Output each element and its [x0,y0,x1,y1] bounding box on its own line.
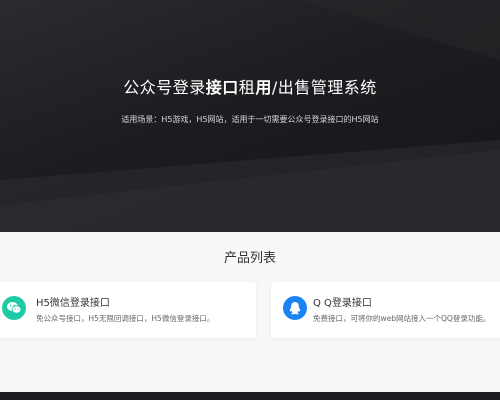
hero-title-part2: 租 [238,78,256,97]
product-list-title: 产品列表 [223,251,276,266]
hero-title-bold2: 用 [255,78,272,97]
product-card-wechat-login[interactable]: H5微信登录接口 免公众号接口，H5无限回调接口，H5微信登录接口。 [0,282,256,338]
product-title: H5微信登录接口 [36,298,110,309]
product-card-qq-login[interactable]: Q Q登录接口 免费接口，可将你的web网站接入一个QQ登录功能。 [271,282,500,338]
hero-title-bold1: 接口 [205,78,239,97]
footer-strip [0,392,500,400]
product-list-section: 产品列表 H5微信登录接口 免公众号接口，H5无限回调接口，H5微信登录接口。 … [0,232,500,392]
product-description: 免费接口，可将你的web网站接入一个QQ登录功能。 [313,314,491,323]
qq-icon [283,296,307,320]
hero-title: 公众号登录接口租用/出售管理系统 [0,74,500,98]
wechat-icon [2,296,26,320]
hero-title-part1: 公众号登录 [123,78,206,97]
hero-banner: 公众号登录接口租用/出售管理系统 适用场景：H5游戏，H5网站，适用于一切需要公… [0,0,500,232]
hero-title-part3: /出售管理系统 [271,78,377,97]
product-description: 免公众号接口，H5无限回调接口，H5微信登录接口。 [36,314,215,323]
product-title: Q Q登录接口 [313,298,372,309]
hero-subtitle: 适用场景：H5游戏，H5网站，适用于一切需要公众号登录接口的H5网站 [121,115,379,124]
